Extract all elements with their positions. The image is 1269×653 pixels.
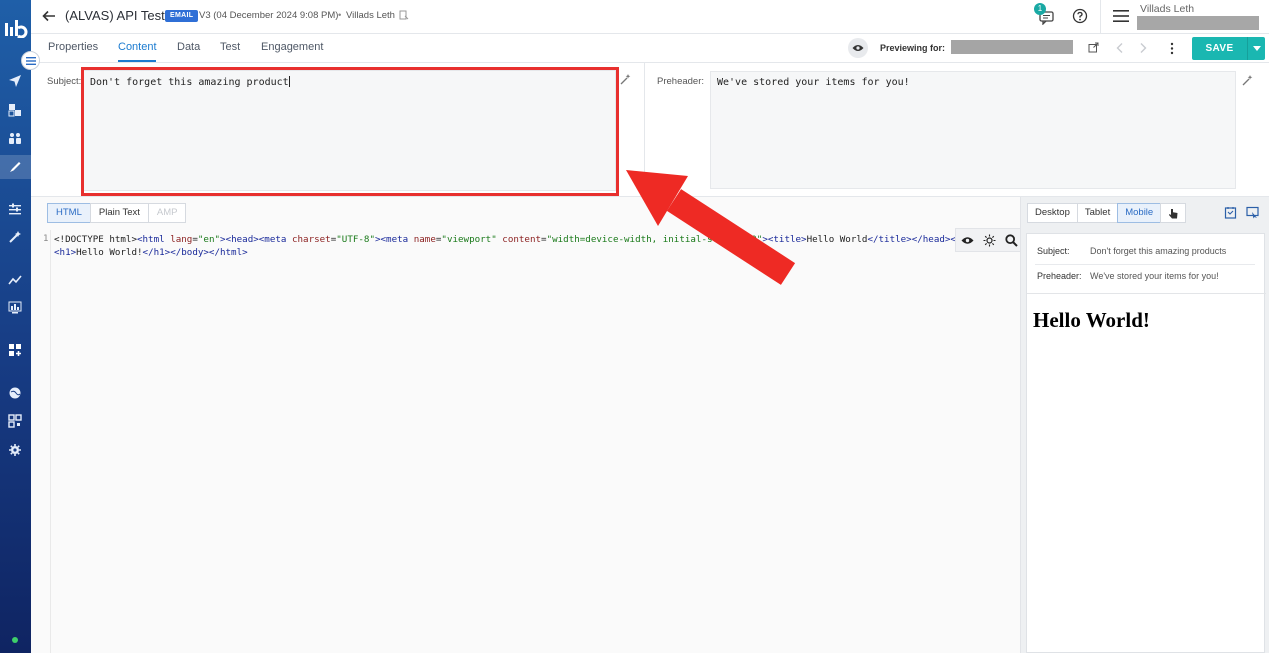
tab-bar: Properties Content Data Test Engagement … xyxy=(31,34,1269,63)
globe-icon[interactable] xyxy=(8,386,22,400)
preheader-value: We've stored your items for you! xyxy=(717,77,910,88)
line-gutter xyxy=(31,230,51,653)
device-tab-desktop[interactable]: Desktop xyxy=(1027,203,1078,223)
code-content[interactable]: <!DOCTYPE html><html lang="en"><head><me… xyxy=(54,234,964,259)
more-options-icon[interactable] xyxy=(1167,42,1177,55)
tab-engagement[interactable]: Engagement xyxy=(261,41,323,53)
mode-tab-plain-text[interactable]: Plain Text xyxy=(89,203,149,223)
settings-sliders-icon[interactable] xyxy=(8,202,22,216)
preview-body-heading: Hello World! xyxy=(1033,308,1150,332)
user-name[interactable]: Villads Leth xyxy=(1140,3,1194,15)
preheader-personalize-icon[interactable] xyxy=(1241,74,1253,86)
save-button[interactable]: SAVE xyxy=(1192,37,1247,60)
search-code-button[interactable] xyxy=(1000,229,1022,251)
version-separator: • xyxy=(338,10,342,21)
top-header: (ALVAS) API Test EMAIL V3 (04 December 2… xyxy=(31,0,1269,34)
subject-value: Don't forget this amazing product xyxy=(90,77,289,88)
preview-toggle-button[interactable] xyxy=(848,38,868,58)
preheader-label: Preheader: xyxy=(657,76,705,87)
notification-count-badge: 1 xyxy=(1034,3,1046,15)
campaign-icon[interactable] xyxy=(8,74,22,88)
device-tabs: Desktop Tablet Mobile xyxy=(1027,203,1187,223)
content-brush-icon[interactable] xyxy=(8,160,22,174)
qr-code-icon[interactable] xyxy=(8,414,22,428)
pop-out-preview-icon[interactable] xyxy=(1246,206,1259,219)
html-editor: HTML Plain Text AMP 1 <!DOCTYPE html><ht… xyxy=(31,197,1023,653)
version-author: Villads Leth xyxy=(346,10,395,21)
pointer-hand-icon xyxy=(1168,208,1178,218)
sun-icon xyxy=(983,234,995,246)
online-status-dot xyxy=(12,637,18,643)
tab-content[interactable]: Content xyxy=(118,41,157,53)
journeys-icon[interactable] xyxy=(8,103,22,117)
message-fields: Subject: Don't forget this amazing produ… xyxy=(31,63,1269,197)
channel-badge: EMAIL xyxy=(165,10,199,22)
version-info[interactable]: V3 (04 December 2024 9:08 PM) xyxy=(199,10,338,21)
preview-divider xyxy=(1035,264,1255,265)
editor-mode-tabs: HTML Plain Text AMP xyxy=(47,203,187,223)
line-number: 1 xyxy=(43,234,49,244)
preview-preheader-value: We've stored your items for you! xyxy=(1090,271,1219,281)
reports-icon[interactable] xyxy=(8,301,22,315)
analytics-icon[interactable] xyxy=(8,273,22,287)
version-history-icon[interactable] xyxy=(399,10,409,20)
redacted-account-field xyxy=(1137,16,1259,30)
editor-toolbar xyxy=(955,228,1023,252)
page-title: (ALVAS) API Test xyxy=(65,8,165,23)
brand-logo xyxy=(5,20,28,38)
snapshot-icon[interactable] xyxy=(1224,206,1237,219)
subject-personalize-icon[interactable] xyxy=(619,73,631,85)
help-icon[interactable] xyxy=(1072,8,1088,24)
audience-icon[interactable] xyxy=(8,131,22,145)
eye-icon xyxy=(852,45,864,51)
save-options-dropdown[interactable] xyxy=(1247,37,1265,60)
active-tab-indicator xyxy=(118,60,156,62)
preheader-input[interactable]: We've stored your items for you! xyxy=(710,71,1236,189)
device-tab-tablet[interactable]: Tablet xyxy=(1076,203,1119,223)
search-icon xyxy=(1004,233,1018,247)
preview-subject-value: Don't forget this amazing products xyxy=(1090,246,1227,256)
fields-divider xyxy=(644,63,645,197)
interactive-preview-button[interactable] xyxy=(1160,203,1187,223)
text-cursor xyxy=(288,76,290,87)
hamburger-menu-icon[interactable] xyxy=(1113,9,1129,23)
external-link-icon[interactable] xyxy=(1088,42,1099,53)
eye-icon xyxy=(961,236,973,244)
mobile-preview-frame: Subject: Don't forget this amazing produ… xyxy=(1026,233,1266,653)
theme-toggle-button[interactable] xyxy=(978,229,1000,251)
preview-subject-label: Subject: xyxy=(1037,246,1070,256)
mode-tab-html[interactable]: HTML xyxy=(47,203,91,223)
mode-tab-amp[interactable]: AMP xyxy=(147,203,187,223)
preview-eye-button[interactable] xyxy=(956,229,978,251)
sidebar-toggle-button[interactable] xyxy=(21,51,40,70)
chevron-right-icon[interactable] xyxy=(1138,42,1148,54)
device-tab-mobile[interactable]: Mobile xyxy=(1117,203,1162,223)
magic-wand-icon[interactable] xyxy=(8,230,22,244)
gear-icon[interactable] xyxy=(8,443,22,457)
tab-properties[interactable]: Properties xyxy=(48,41,98,53)
subject-input[interactable]: Don't forget this amazing product xyxy=(83,70,616,191)
apps-grid-icon[interactable] xyxy=(8,343,22,357)
preview-user-select[interactable] xyxy=(951,40,1073,54)
hamburger-icon xyxy=(25,56,36,65)
previewing-for-label: Previewing for: xyxy=(880,43,946,53)
caret-down-icon xyxy=(1252,46,1261,51)
tab-test[interactable]: Test xyxy=(220,41,240,53)
preview-preheader-label: Preheader: xyxy=(1037,271,1082,281)
device-preview-panel: Desktop Tablet Mobile Subject: Don't for… xyxy=(1020,197,1269,653)
chevron-left-icon[interactable] xyxy=(1115,42,1125,54)
header-divider xyxy=(1100,0,1101,34)
subject-label: Subject: xyxy=(47,76,82,87)
tab-data[interactable]: Data xyxy=(177,41,200,53)
sidebar xyxy=(0,0,40,653)
back-arrow-icon[interactable] xyxy=(41,8,57,24)
preview-header-divider xyxy=(1027,293,1266,294)
